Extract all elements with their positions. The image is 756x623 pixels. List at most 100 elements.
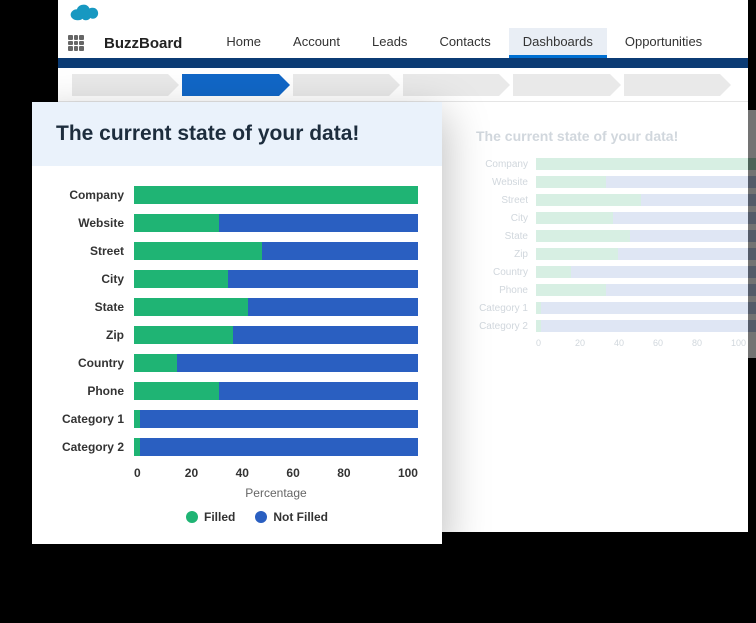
faded-bar-row: Category 2	[476, 320, 756, 332]
bar-track	[134, 298, 418, 316]
chart-legend: Filled Not Filled	[96, 510, 418, 524]
faded-bar-row: Street	[476, 194, 756, 206]
content-area: The current state of your data! Company W…	[58, 102, 748, 532]
bar-segment-notfilled	[219, 382, 418, 400]
bar-label: Company	[56, 188, 134, 202]
faded-bar-notfilled	[613, 212, 756, 224]
faded-bar-filled	[536, 230, 630, 242]
bar-segment-notfilled	[177, 354, 418, 372]
nav-item-contacts[interactable]: Contacts	[425, 28, 504, 58]
bar-label: Category 1	[56, 412, 134, 426]
faded-x-tick: 40	[614, 338, 653, 348]
wizard-step-0[interactable]	[72, 74, 168, 96]
bar-row: City	[56, 270, 418, 288]
faded-x-tick: 60	[653, 338, 692, 348]
bar-segment-filled	[134, 326, 233, 344]
chart-card-background: The current state of your data! CompanyW…	[458, 110, 756, 358]
faded-bar-row: Website	[476, 176, 756, 188]
bar-segment-filled	[134, 214, 219, 232]
faded-bar-label: Zip	[476, 249, 536, 260]
bar-row: Category 1	[56, 410, 418, 428]
bar-row: Category 2	[56, 438, 418, 456]
faded-bar-row: Phone	[476, 284, 756, 296]
faded-bar-filled	[536, 284, 606, 296]
faded-bar-label: Company	[476, 159, 536, 170]
app-window: BuzzBoard HomeAccountLeadsContactsDashbo…	[58, 0, 748, 532]
faded-bar-filled	[536, 266, 571, 278]
x-tick: 100	[388, 466, 418, 480]
wizard-step-1[interactable]	[182, 74, 278, 96]
nav-item-home[interactable]: Home	[212, 28, 275, 58]
bar-segment-notfilled	[233, 326, 418, 344]
card-title: The current state of your data!	[56, 122, 418, 146]
bar-segment-notfilled	[219, 214, 418, 232]
wizard-steps	[58, 68, 748, 102]
faded-bar-label: Street	[476, 195, 536, 206]
legend-notfilled-label: Not Filled	[273, 510, 328, 524]
nav-item-opportunities[interactable]: Opportunities	[611, 28, 716, 58]
faded-x-axis: 020406080100	[536, 338, 756, 348]
app-launcher-icon[interactable]	[68, 35, 84, 51]
title-bar	[58, 0, 748, 28]
faded-bar-filled	[536, 248, 618, 260]
wizard-step-4[interactable]	[513, 74, 609, 96]
chart-body: CompanyWebsiteStreetCityStateZipCountryP…	[32, 166, 442, 524]
x-axis-label: Percentage	[134, 486, 418, 500]
bar-segment-notfilled	[228, 270, 418, 288]
faded-bar-row: Zip	[476, 248, 756, 260]
bar-label: Phone	[56, 384, 134, 398]
legend-notfilled: Not Filled	[255, 510, 328, 524]
bar-track	[134, 326, 418, 344]
wizard-step-2[interactable]	[293, 74, 389, 96]
faded-bar-row: City	[476, 212, 756, 224]
faded-bar-track	[536, 212, 756, 224]
bar-segment-filled	[134, 270, 228, 288]
bar-segment-filled	[134, 298, 248, 316]
bar-segment-filled	[134, 382, 219, 400]
nav-item-dashboards[interactable]: Dashboards	[509, 28, 607, 58]
bar-label: Country	[56, 356, 134, 370]
faded-bar-notfilled	[541, 302, 756, 314]
accent-bar	[58, 58, 748, 68]
faded-bar-track	[536, 230, 756, 242]
bar-track	[134, 242, 418, 260]
bar-track	[134, 186, 418, 204]
bar-segment-notfilled	[140, 410, 418, 428]
chart-card-main: The current state of your data! CompanyW…	[32, 102, 442, 544]
bar-segment-notfilled	[140, 438, 418, 456]
brand-name: BuzzBoard	[104, 35, 182, 52]
legend-filled-label: Filled	[204, 510, 235, 524]
nav-item-leads[interactable]: Leads	[358, 28, 421, 58]
x-tick: 20	[185, 466, 236, 480]
faded-bar-notfilled	[630, 230, 756, 242]
faded-bar-notfilled	[571, 266, 756, 278]
faded-bar-filled	[536, 194, 641, 206]
wizard-step-3[interactable]	[403, 74, 499, 96]
x-tick: 40	[236, 466, 287, 480]
faded-bar-filled	[536, 176, 606, 188]
wizard-step-5[interactable]	[624, 74, 720, 96]
legend-filled: Filled	[186, 510, 235, 524]
faded-bar-notfilled	[641, 194, 756, 206]
bar-segment-filled	[134, 186, 418, 204]
faded-bar-label: Category 1	[476, 303, 536, 314]
faded-x-tick: 80	[692, 338, 731, 348]
bar-track	[134, 438, 418, 456]
bar-track	[134, 270, 418, 288]
bar-label: City	[56, 272, 134, 286]
nav-item-account[interactable]: Account	[279, 28, 354, 58]
faded-bar-label: State	[476, 231, 536, 242]
faded-bar-track	[536, 266, 756, 278]
faded-bar-notfilled	[606, 284, 756, 296]
faded-bar-track	[536, 302, 756, 314]
faded-bar-track	[536, 284, 756, 296]
faded-bar-label: Country	[476, 267, 536, 278]
x-tick: 80	[337, 466, 388, 480]
card-title-wrap: The current state of your data!	[32, 102, 442, 166]
faded-bar-row: State	[476, 230, 756, 242]
faded-bar-track	[536, 320, 756, 332]
bar-row: Company	[56, 186, 418, 204]
faded-bar-label: Website	[476, 177, 536, 188]
nav-items: HomeAccountLeadsContactsDashboardsOpport…	[212, 28, 716, 58]
faded-bar-track	[536, 158, 756, 170]
